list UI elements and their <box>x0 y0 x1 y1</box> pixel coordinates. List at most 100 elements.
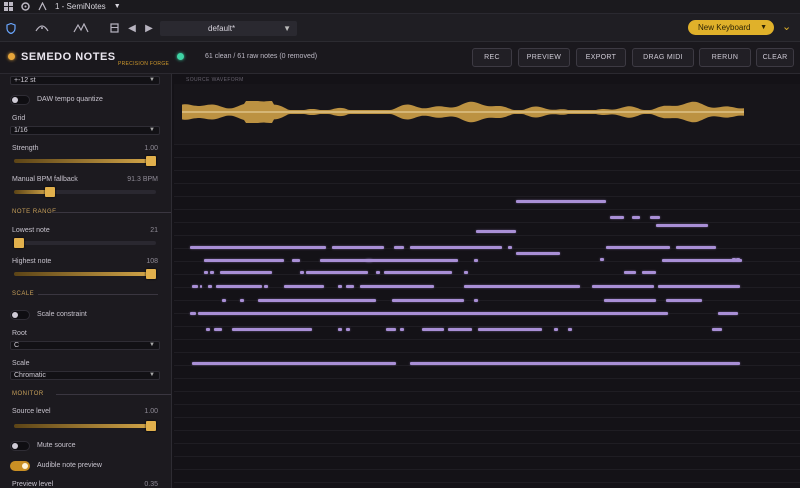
midi-note[interactable] <box>624 271 636 274</box>
note-editor[interactable]: SOURCE WAVEFORM <box>174 74 800 488</box>
grid-icon[interactable] <box>4 2 13 11</box>
midi-note[interactable] <box>422 328 444 331</box>
midi-note[interactable] <box>198 312 668 315</box>
piano-roll-grid[interactable] <box>174 144 800 488</box>
midi-note[interactable] <box>200 285 202 288</box>
midi-note[interactable] <box>658 285 740 288</box>
midi-note[interactable] <box>474 259 478 262</box>
midi-note[interactable] <box>258 299 376 302</box>
prev-preset-icon[interactable]: ◀ <box>127 20 137 36</box>
slider-thumb[interactable] <box>14 238 24 248</box>
midi-note[interactable] <box>478 328 542 331</box>
midi-note[interactable] <box>192 285 198 288</box>
midi-note[interactable] <box>292 259 300 262</box>
midi-note[interactable] <box>386 328 396 331</box>
midi-note[interactable] <box>360 285 434 288</box>
midi-note[interactable] <box>508 246 512 249</box>
daw-tempo-toggle[interactable] <box>10 95 30 105</box>
midi-note[interactable] <box>712 328 722 331</box>
midi-note[interactable] <box>338 328 342 331</box>
midi-note[interactable] <box>516 200 606 203</box>
midi-note[interactable] <box>206 328 210 331</box>
midi-note[interactable] <box>632 216 640 219</box>
midi-note[interactable] <box>718 312 738 315</box>
midi-note[interactable] <box>190 246 326 249</box>
sidebar-scrollbar[interactable] <box>171 74 172 488</box>
midi-note[interactable] <box>568 328 572 331</box>
clear-button[interactable]: CLEAR <box>756 48 794 67</box>
midi-note[interactable] <box>448 328 472 331</box>
rec-button[interactable]: REC <box>472 48 512 67</box>
slider-thumb[interactable] <box>146 421 156 431</box>
midi-note[interactable] <box>222 299 226 302</box>
slider-thumb[interactable] <box>146 156 156 166</box>
slider-thumb[interactable] <box>44 187 55 197</box>
midi-note[interactable] <box>384 271 452 274</box>
manual-bpm-slider[interactable] <box>14 187 156 197</box>
midi-note[interactable] <box>464 271 468 274</box>
midi-note[interactable] <box>600 258 604 261</box>
midi-note[interactable] <box>366 259 458 262</box>
midi-note[interactable] <box>516 252 560 255</box>
preview-button[interactable]: PREVIEW <box>518 48 570 67</box>
midi-note[interactable] <box>400 328 404 331</box>
midi-note[interactable] <box>474 299 478 302</box>
audible-preview-toggle[interactable] <box>10 461 30 471</box>
midi-note[interactable] <box>392 299 464 302</box>
routing-icon[interactable] <box>38 2 47 11</box>
midi-note[interactable] <box>220 271 272 274</box>
midi-note[interactable] <box>216 285 262 288</box>
midi-note[interactable] <box>676 246 716 249</box>
midi-note[interactable] <box>204 259 284 262</box>
shield-icon[interactable] <box>4 20 18 36</box>
midi-note[interactable] <box>214 328 222 331</box>
midi-note[interactable] <box>410 362 740 365</box>
midi-note[interactable] <box>306 271 368 274</box>
midi-note[interactable] <box>284 285 324 288</box>
midi-note[interactable] <box>610 216 624 219</box>
preset-select[interactable]: default* ▼ <box>160 21 297 36</box>
collapse-chevron-icon[interactable]: ⌄ <box>782 20 791 33</box>
midi-note[interactable] <box>338 285 342 288</box>
scale-select[interactable]: Chromatic ▼ <box>10 371 160 380</box>
root-select[interactable]: C ▼ <box>10 341 160 350</box>
strength-slider[interactable] <box>14 156 156 166</box>
midi-note[interactable] <box>240 299 244 302</box>
midi-note[interactable] <box>300 271 304 274</box>
midi-note[interactable] <box>476 230 516 233</box>
export-button[interactable]: EXPORT <box>576 48 626 67</box>
midi-note[interactable] <box>320 259 372 262</box>
keyboard-select-button[interactable]: New Keyboard ▼ <box>688 20 774 35</box>
drag-midi-button[interactable]: DRAG MIDI <box>632 48 694 67</box>
slider-thumb[interactable] <box>146 269 156 279</box>
midi-note[interactable] <box>666 299 702 302</box>
midi-note[interactable] <box>662 259 742 262</box>
layout-icon[interactable] <box>108 20 120 36</box>
midi-note[interactable] <box>656 224 708 227</box>
midi-note[interactable] <box>232 328 312 331</box>
midi-note[interactable] <box>346 285 354 288</box>
midi-note[interactable] <box>210 271 214 274</box>
gear-icon[interactable] <box>21 2 30 11</box>
midi-note[interactable] <box>554 328 558 331</box>
midi-note[interactable] <box>592 285 654 288</box>
next-preset-icon[interactable]: ▶ <box>144 20 154 36</box>
midi-note[interactable] <box>208 285 212 288</box>
midi-note[interactable] <box>642 271 656 274</box>
wave-icon[interactable] <box>34 20 50 36</box>
midi-note[interactable] <box>650 216 660 219</box>
midi-note[interactable] <box>204 271 208 274</box>
transpose-select[interactable]: +-12 st ▼ <box>10 76 160 85</box>
midi-note[interactable] <box>604 299 656 302</box>
envelope-icon[interactable] <box>72 20 90 36</box>
midi-note[interactable] <box>192 362 396 365</box>
lowest-note-slider[interactable] <box>14 238 156 248</box>
source-level-slider[interactable] <box>14 421 156 431</box>
midi-note[interactable] <box>410 246 502 249</box>
midi-note[interactable] <box>190 312 196 315</box>
midi-note[interactable] <box>264 285 268 288</box>
midi-note[interactable] <box>606 246 670 249</box>
scale-constraint-toggle[interactable] <box>10 310 30 320</box>
mute-source-toggle[interactable] <box>10 441 30 451</box>
midi-note[interactable] <box>346 328 350 331</box>
